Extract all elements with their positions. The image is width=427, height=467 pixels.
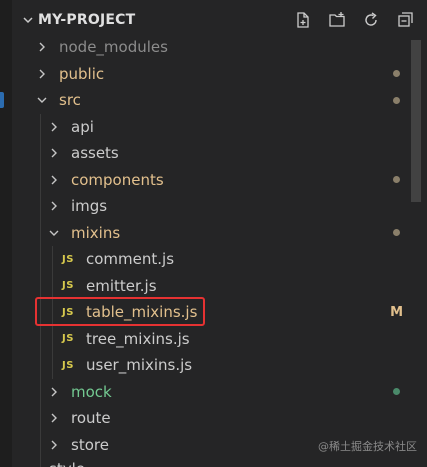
file-tree: node_modulespublic src api assets components… [12, 34, 410, 467]
tree-item-label: public [59, 64, 105, 83]
chevron-right-icon[interactable] [46, 410, 62, 426]
chevron-right-icon[interactable] [34, 66, 50, 82]
chevron-right-icon[interactable] [46, 198, 62, 214]
tree-item-label: mock [71, 382, 112, 401]
tree-item-label: src [59, 91, 81, 110]
chevron-down-icon[interactable] [46, 225, 62, 241]
scrollbar[interactable] [411, 40, 421, 202]
new-folder-icon[interactable] [327, 10, 347, 30]
tree-item-label: route [71, 409, 111, 428]
highlight-annotation [35, 297, 205, 326]
tree-item-imgs[interactable]: imgs [12, 193, 410, 220]
tree-item-label: emitter.js [86, 276, 157, 295]
tree-item-label: node_modules [59, 38, 168, 57]
tree-item-label: comment.js [86, 250, 175, 269]
tree-item-partial[interactable]: style [49, 460, 85, 467]
tree-item-label: user_mixins.js [86, 356, 193, 375]
chevron-right-icon[interactable] [34, 39, 50, 55]
tree-item-node-modules[interactable]: node_modules [12, 34, 410, 61]
tree-item-label: imgs [71, 197, 108, 216]
git-status-dot [393, 229, 400, 237]
tree-item-label: components [71, 170, 164, 189]
explorer-actions [293, 10, 415, 30]
chevron-right-icon[interactable] [46, 119, 62, 135]
javascript-file-icon: JS [62, 280, 74, 292]
tree-item-label: tree_mixins.js [86, 329, 190, 348]
tree-item-assets[interactable]: assets [12, 140, 410, 167]
tree-item-tree-mixins-js[interactable]: JS tree_mixins.js [12, 326, 410, 353]
activity-edge [0, 0, 12, 467]
chevron-right-icon[interactable] [46, 384, 62, 400]
git-status-dot [393, 388, 400, 396]
tree-item-label: store [71, 435, 109, 454]
chevron-right-icon[interactable] [46, 172, 62, 188]
project-title: MY-PROJECT [38, 12, 136, 28]
git-status-dot [393, 96, 400, 104]
javascript-file-icon: JS [62, 253, 74, 265]
watermark: @稀土掘金技术社区 [318, 440, 417, 453]
refresh-icon[interactable] [361, 10, 381, 30]
tree-item-label: mixins [71, 223, 121, 242]
tree-item-label: assets [71, 144, 119, 163]
tree-item-user-mixins-js[interactable]: JS user_mixins.js [12, 352, 410, 379]
file-explorer: MY-PROJECT node_modules public src api a… [0, 0, 427, 467]
javascript-file-icon: JS [62, 333, 74, 345]
tree-item-public[interactable]: public [12, 61, 410, 88]
tree-item-api[interactable]: api [12, 114, 410, 141]
tree-item-src[interactable]: src [12, 87, 410, 114]
collapse-all-icon[interactable] [395, 10, 415, 30]
tree-item-route[interactable]: route [12, 405, 410, 432]
tree-item-label: api [71, 117, 94, 136]
chevron-down-icon[interactable] [20, 12, 36, 28]
tree-item-components[interactable]: components [12, 167, 410, 194]
tree-item-emitter-js[interactable]: JS emitter.js [12, 273, 410, 300]
tree-item-mixins[interactable]: mixins [12, 220, 410, 247]
new-file-icon[interactable] [293, 10, 313, 30]
chevron-right-icon[interactable] [46, 145, 62, 161]
git-status-dot [393, 176, 400, 184]
git-status-dot [393, 70, 400, 78]
tree-item-comment-js[interactable]: JS comment.js [12, 246, 410, 273]
tree-item-mock[interactable]: mock [12, 379, 410, 406]
indent-guide [40, 113, 41, 467]
chevron-down-icon[interactable] [34, 92, 50, 108]
git-status-modified: M [390, 304, 403, 320]
javascript-file-icon: JS [62, 359, 74, 371]
chevron-right-icon[interactable] [46, 437, 62, 453]
active-indicator [0, 92, 4, 108]
